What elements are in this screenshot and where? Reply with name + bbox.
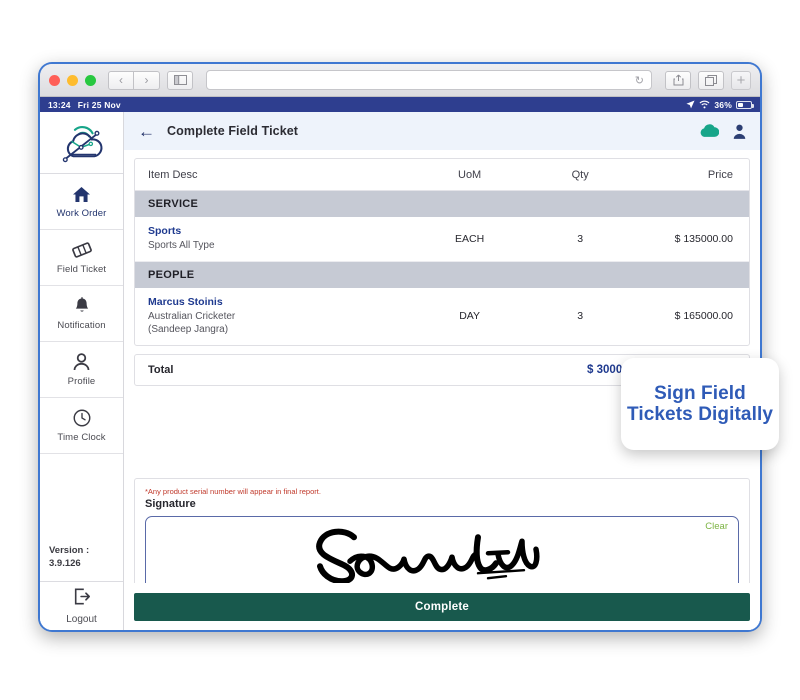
sidebar-item-label: Time Clock — [57, 432, 106, 443]
minimize-window-button[interactable] — [67, 74, 78, 86]
battery-icon — [736, 100, 754, 109]
status-date: Fri 25 Nov — [77, 99, 121, 110]
battery-percent-label: 36% — [714, 99, 732, 110]
arrow-left-icon[interactable]: ← — [138, 123, 155, 140]
header-actions — [699, 124, 746, 139]
chevron-right-icon: › — [144, 73, 149, 87]
location-arrow-icon — [686, 100, 695, 109]
close-window-button[interactable] — [49, 74, 60, 86]
version-label: Version : — [49, 545, 90, 557]
sidebar-item-label: Field Ticket — [56, 264, 107, 275]
user-avatar-icon[interactable] — [733, 124, 746, 139]
group-header-people: PEOPLE — [135, 261, 749, 288]
action-bar: Complete — [124, 583, 760, 630]
item-qty: 3 — [577, 232, 584, 245]
sidebar: Work Order Field Ticket Notification Pro… — [40, 112, 124, 630]
page-header: ← Complete Field Ticket — [124, 112, 760, 150]
chevron-left-icon: ‹ — [119, 73, 123, 87]
tabs-icon — [705, 74, 717, 86]
address-bar[interactable]: ↻ — [206, 70, 652, 90]
person-icon — [73, 352, 90, 372]
window-traffic-lights — [49, 74, 96, 86]
item-desc-cell: Marcus Stoinis Australian Cricketer (San… — [135, 296, 411, 337]
browser-toolbar: ‹ › ↻ + — [40, 64, 760, 97]
back-button[interactable]: ‹ — [108, 70, 134, 90]
home-icon — [72, 184, 91, 204]
item-name: Sports — [148, 225, 182, 237]
column-header-qty: Qty — [571, 168, 589, 181]
signature-label: Signature — [145, 497, 196, 510]
serial-number-note: *Any product serial number will appear i… — [145, 486, 321, 496]
item-name: Marcus Stoinis — [148, 295, 223, 308]
item-subtitle: Australian Cricketer — [148, 310, 236, 322]
sidebar-item-label: Notification — [57, 320, 106, 331]
sidebar-item-work-order[interactable]: Work Order — [40, 174, 123, 230]
logout-icon — [73, 587, 91, 610]
clear-signature-button[interactable]: Clear — [705, 521, 728, 532]
callout-badge: Sign Field Tickets Digitally — [621, 358, 779, 450]
maximize-window-button[interactable] — [85, 74, 96, 86]
version-number: 3.9.126 — [49, 558, 81, 570]
column-header-uom: UoM — [458, 168, 482, 181]
sidebar-item-notification[interactable]: Notification — [40, 286, 123, 342]
item-subtitle: Sports All Type — [148, 240, 215, 251]
logout-button[interactable]: Logout — [40, 582, 123, 630]
device-frame: ‹ › ↻ + 13:24 Fri 25 Nov 36% Work Order … — [38, 62, 762, 632]
cloud-network-logo-icon — [62, 125, 102, 162]
total-label: Total — [148, 363, 174, 376]
complete-button[interactable]: Complete — [134, 593, 750, 621]
item-price: $ 135000.00 — [674, 232, 733, 245]
cloud-icon[interactable] — [699, 124, 719, 138]
forward-button[interactable]: › — [134, 70, 160, 90]
share-button[interactable] — [665, 70, 691, 90]
nav-button-group: ‹ › — [108, 70, 160, 90]
app-logo[interactable] — [40, 112, 123, 174]
item-subtitle2: (Sandeep Jangra) — [148, 324, 229, 335]
item-uom: DAY — [459, 310, 481, 322]
tabs-button[interactable] — [698, 70, 724, 90]
item-qty: 3 — [577, 310, 584, 322]
version-info: Version : 3.9.126 — [40, 537, 123, 582]
ticket-icon — [71, 240, 92, 260]
table-header-row: Item Desc UoM Qty Price — [135, 159, 749, 191]
wifi-icon — [699, 100, 710, 109]
sidebar-toggle-icon — [173, 75, 187, 85]
group-header-service: SERVICE — [135, 191, 749, 217]
sidebar-item-label: Work Order — [56, 208, 107, 219]
clock-icon — [73, 408, 91, 428]
sidebar-item-label: Profile — [67, 376, 96, 387]
device-inner: ‹ › ↻ + 13:24 Fri 25 Nov 36% Work Order … — [40, 64, 760, 630]
ios-status-bar: 13:24 Fri 25 Nov 36% — [40, 97, 760, 112]
plus-icon: + — [736, 71, 746, 89]
logout-label: Logout — [66, 613, 97, 625]
bell-icon — [74, 296, 90, 316]
signature-section: *Any product serial number will appear i… — [134, 477, 750, 583]
status-bar-right: 36% — [686, 99, 754, 110]
column-header-price: Price — [707, 168, 733, 181]
status-time: 13:24 — [48, 99, 71, 110]
new-tab-button[interactable]: + — [731, 70, 751, 90]
sidebar-item-field-ticket[interactable]: Field Ticket — [40, 230, 123, 286]
page-title: Complete Field Ticket — [167, 124, 299, 138]
item-desc-cell: Sports Sports All Type — [135, 225, 411, 253]
sidebar-toggle-button[interactable] — [167, 70, 193, 90]
status-bar-left: 13:24 Fri 25 Nov — [48, 100, 121, 110]
reload-icon[interactable]: ↻ — [635, 74, 644, 87]
sidebar-item-profile[interactable]: Profile — [40, 342, 123, 398]
items-table: Item Desc UoM Qty Price SERVICE Sports S… — [134, 158, 750, 346]
item-uom: EACH — [455, 232, 485, 245]
sidebar-item-time-clock[interactable]: Time Clock — [40, 398, 123, 454]
table-row[interactable]: Sports Sports All Type EACH 3 $ 135000.0… — [135, 217, 749, 262]
share-icon — [673, 74, 683, 86]
handwritten-signature-icon — [316, 528, 540, 583]
table-row[interactable]: Marcus Stoinis Australian Cricketer (San… — [135, 288, 749, 345]
item-price: $ 165000.00 — [674, 310, 733, 322]
signature-pad[interactable]: Clear — [145, 515, 739, 583]
column-header-item-desc: Item Desc — [148, 168, 198, 181]
